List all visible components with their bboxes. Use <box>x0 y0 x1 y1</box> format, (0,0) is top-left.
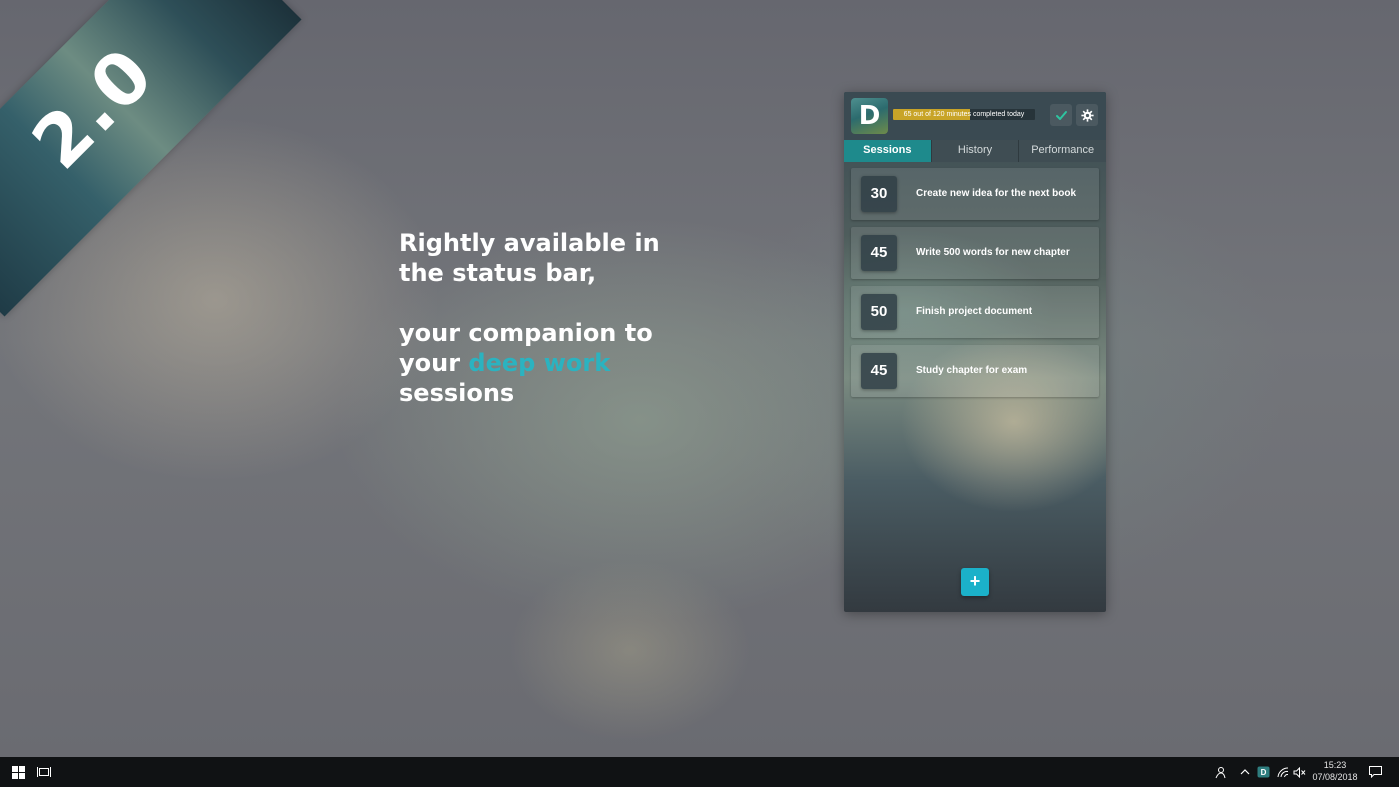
tab-sessions[interactable]: Sessions <box>844 140 932 162</box>
session-item[interactable]: 45 Study chapter for exam <box>851 345 1099 397</box>
tagline-gap <box>399 288 719 318</box>
session-minutes: 50 <box>861 294 897 330</box>
desktop-background: 2.0 Rightly available in the status bar,… <box>0 0 1399 757</box>
notification-glyph <box>1368 766 1382 778</box>
wifi-glyph <box>1277 766 1289 777</box>
tagline: Rightly available in the status bar, you… <box>399 228 719 408</box>
session-item[interactable]: 30 Create new idea for the next book <box>851 168 1099 220</box>
tab-history[interactable]: History <box>932 140 1020 162</box>
tagline-line: Rightly available in <box>399 229 660 257</box>
app-panel: D 65 out of 120 minutes completed today <box>844 92 1106 612</box>
tab-performance[interactable]: Performance <box>1019 140 1106 162</box>
tagline-accent: deep work <box>468 349 611 377</box>
clock-time: 15:23 <box>1323 760 1347 770</box>
tagline-line: your deep work <box>399 348 719 378</box>
session-item[interactable]: 50 Finish project document <box>851 286 1099 338</box>
settings-button[interactable] <box>1076 104 1098 126</box>
app-tray-icon[interactable]: D <box>1255 764 1271 780</box>
tagline-line: the status bar, <box>399 259 597 287</box>
windows-icon[interactable] <box>10 764 26 780</box>
session-item[interactable]: 45 Write 500 words for new chapter <box>851 227 1099 279</box>
people-icon[interactable] <box>1211 764 1227 780</box>
chevron-up-icon[interactable] <box>1237 764 1253 780</box>
session-title: Create new idea for the next book <box>916 188 1077 199</box>
app-header: D 65 out of 120 minutes completed today <box>844 92 1106 140</box>
version-ribbon: 2.0 <box>0 0 302 317</box>
wifi-icon[interactable] <box>1275 764 1291 780</box>
check-icon <box>1055 110 1067 120</box>
task-view-icon[interactable] <box>36 764 52 780</box>
tagline-line: your companion to <box>399 319 653 347</box>
chevron-glyph <box>1240 769 1250 775</box>
tagline-line: sessions <box>399 379 515 407</box>
session-minutes: 45 <box>861 353 897 389</box>
gear-icon <box>1080 108 1094 122</box>
daily-progress-bar: 65 out of 120 minutes completed today <box>893 109 1035 120</box>
svg-text:D: D <box>1260 768 1266 777</box>
taskbar: D 15:23 07/08/2018 <box>0 757 1399 787</box>
session-title: Finish project document <box>916 306 1033 317</box>
session-title: Study chapter for exam <box>916 365 1028 376</box>
session-title: Write 500 words for new chapter <box>916 247 1070 258</box>
tab-bar: Sessions History Performance <box>844 140 1106 162</box>
progress-text: 65 out of 120 minutes completed today <box>903 111 1025 118</box>
app-tray-glyph: D <box>1257 766 1269 778</box>
session-minutes: 45 <box>861 235 897 271</box>
windows-logo-glyph <box>11 765 25 779</box>
version-label: 2.0 <box>16 31 170 185</box>
app-logo[interactable]: D <box>851 98 888 134</box>
complete-button[interactable] <box>1050 104 1072 126</box>
notification-icon[interactable] <box>1367 764 1383 780</box>
clock-date: 07/08/2018 <box>1312 772 1358 782</box>
tagline-prefix: your <box>399 349 469 377</box>
people-glyph <box>1215 766 1225 778</box>
task-view-glyph <box>37 767 51 777</box>
session-minutes: 30 <box>861 176 897 212</box>
system-clock[interactable]: 15:23 07/08/2018 <box>1305 759 1365 783</box>
add-session-button[interactable]: + <box>961 568 989 596</box>
logo-letter: D <box>858 101 881 131</box>
volume-glyph <box>1293 766 1305 778</box>
session-list: 30 Create new idea for the next book 45 … <box>851 168 1099 404</box>
